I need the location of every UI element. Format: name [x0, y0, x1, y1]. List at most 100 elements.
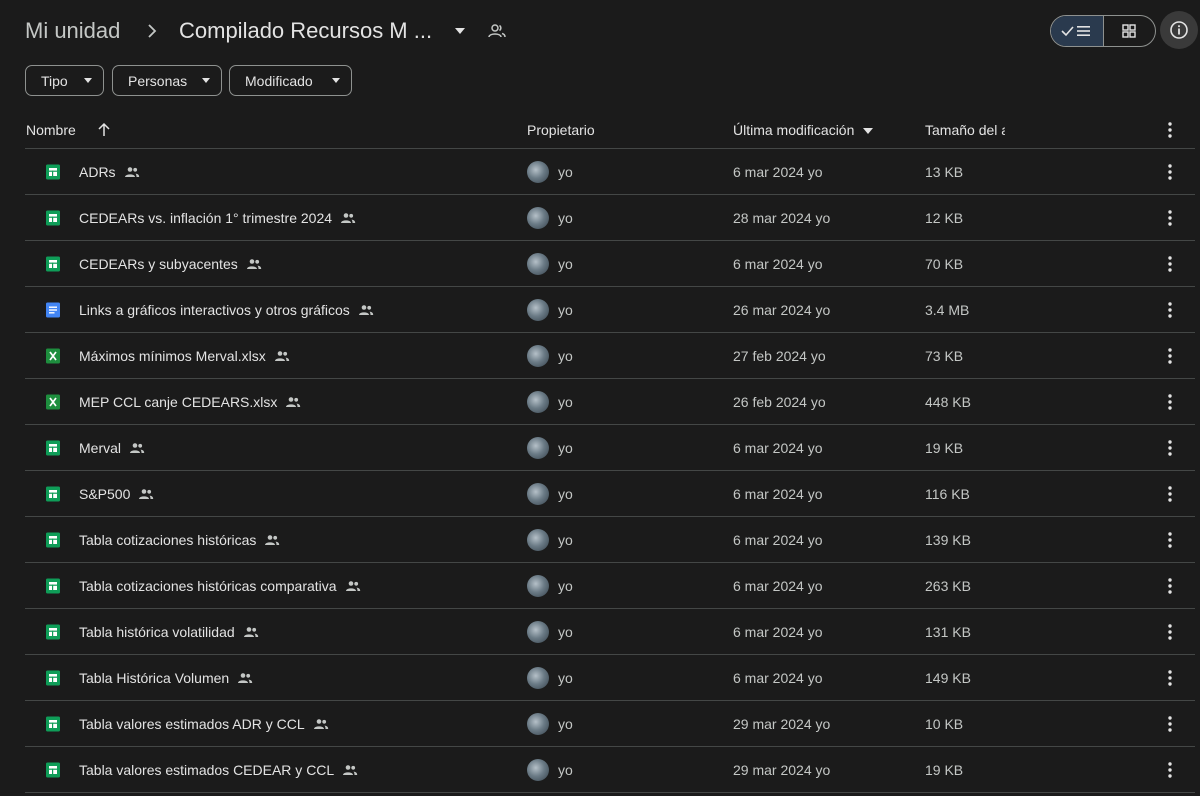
more-vert-icon[interactable]: [1162, 254, 1178, 274]
more-vert-icon[interactable]: [1162, 300, 1178, 320]
file-row[interactable]: ADRs yo 6 mar 2024 yo 13 KB: [25, 149, 1195, 195]
breadcrumb-root[interactable]: Mi unidad: [25, 16, 120, 46]
more-vert-icon[interactable]: [1162, 484, 1178, 504]
more-vert-icon[interactable]: [1162, 162, 1178, 182]
file-name: Links a gráficos interactivos y otros gr…: [79, 302, 350, 318]
google-sheets-icon: [45, 762, 61, 778]
owner-avatar: [527, 621, 549, 643]
file-row[interactable]: CEDEARs vs. inflación 1° trimestre 2024 y…: [25, 195, 1195, 241]
column-header-modified[interactable]: Última modificación: [733, 117, 854, 143]
file-size: 3.4 MB: [925, 302, 970, 318]
file-size: 149 KB: [925, 670, 971, 686]
file-name: Tabla valores estimados CEDEAR y CCL: [79, 762, 335, 778]
file-name: Tabla histórica volatilidad: [79, 624, 235, 640]
owner-label: yo: [558, 164, 573, 180]
owner-label: yo: [558, 348, 573, 364]
more-vert-icon[interactable]: [1162, 120, 1178, 140]
owner-avatar: [527, 299, 549, 321]
owner-avatar: [527, 253, 549, 275]
shared-people-icon: [129, 441, 145, 455]
more-vert-icon[interactable]: [1162, 622, 1178, 642]
filter-modificado[interactable]: Modificado: [229, 65, 352, 96]
file-row[interactable]: Tabla valores estimados CEDEAR y CCL yo 29…: [25, 747, 1195, 793]
file-name: Tabla cotizaciones históricas: [79, 532, 257, 548]
file-row[interactable]: Tabla valores estimados ADR y CCL yo 29 ma…: [25, 701, 1195, 747]
list-view-button[interactable]: [1051, 16, 1104, 46]
owner-avatar: [527, 529, 549, 551]
more-vert-icon[interactable]: [1162, 438, 1178, 458]
owner-avatar: [527, 161, 549, 183]
file-size: 448 KB: [925, 394, 971, 410]
owner-label: yo: [558, 762, 573, 778]
details-info-button[interactable]: [1160, 11, 1198, 49]
modified-date: 6 mar 2024 yo: [733, 578, 823, 594]
owner-avatar: [527, 437, 549, 459]
file-name: CEDEARs y subyacentes: [79, 256, 238, 272]
file-row[interactable]: Tabla cotizaciones históricas comparativ…: [25, 563, 1195, 609]
caret-down-icon[interactable]: [862, 127, 874, 135]
owner-avatar: [527, 713, 549, 735]
google-sheets-icon: [45, 716, 61, 732]
owner-label: yo: [558, 532, 573, 548]
filter-tipo[interactable]: Tipo: [25, 65, 104, 96]
file-row[interactable]: Máximos mínimos Merval.xlsx yo 27 feb 2024…: [25, 333, 1195, 379]
owner-label: yo: [558, 440, 573, 456]
file-name: MEP CCL canje CEDEARS.xlsx: [79, 394, 278, 410]
file-size: 70 KB: [925, 256, 964, 272]
chevron-right-icon: [148, 24, 157, 38]
owner-label: yo: [558, 256, 573, 272]
owner-label: yo: [558, 486, 573, 502]
file-size: 19 KB: [925, 440, 964, 456]
filter-personas[interactable]: Personas: [112, 65, 222, 96]
owner-label: yo: [558, 210, 573, 226]
file-row[interactable]: Merval yo 6 mar 2024 yo 19 KB: [25, 425, 1195, 471]
column-header-owner[interactable]: Propietario: [527, 117, 595, 143]
more-vert-icon[interactable]: [1162, 576, 1178, 596]
caret-down-icon[interactable]: [453, 24, 467, 38]
modified-date: 6 mar 2024 yo: [733, 532, 823, 548]
caret-down-icon: [332, 78, 340, 83]
shared-people-icon: [138, 487, 154, 501]
more-vert-icon[interactable]: [1162, 530, 1178, 550]
file-row[interactable]: CEDEARs y subyacentes yo 6 mar 2024 yo 70 K…: [25, 241, 1195, 287]
grid-view-button[interactable]: [1104, 16, 1156, 46]
google-sheets-icon: [45, 256, 61, 272]
shared-people-icon: [285, 395, 301, 409]
owner-label: yo: [558, 394, 573, 410]
owner-avatar: [527, 575, 549, 597]
modified-date: 28 mar 2024 yo: [733, 210, 831, 226]
more-vert-icon[interactable]: [1162, 760, 1178, 780]
shared-people-icon: [274, 349, 290, 363]
file-row[interactable]: Tabla histórica volatilidad yo 6 mar 2024 …: [25, 609, 1195, 655]
column-header-name[interactable]: Nombre: [26, 117, 76, 143]
google-sheets-icon: [45, 532, 61, 548]
sort-ascending-arrow-icon[interactable]: [97, 122, 111, 138]
owner-avatar: [527, 483, 549, 505]
shared-people-icon: [345, 579, 361, 593]
google-sheets-icon: [45, 670, 61, 686]
shared-folder-icon: [488, 24, 506, 38]
more-vert-icon[interactable]: [1162, 668, 1178, 688]
owner-avatar: [527, 345, 549, 367]
filter-personas-label: Personas: [128, 72, 188, 89]
file-row[interactable]: Tabla Histórica Volumen yo 6 mar 2024 yo 14…: [25, 655, 1195, 701]
top-bar: Mi unidad Compilado Recursos M ...: [0, 0, 1200, 62]
modified-date: 6 mar 2024 yo: [733, 164, 823, 180]
google-sheets-icon: [45, 578, 61, 594]
breadcrumb-current-folder[interactable]: Compilado Recursos M ...: [179, 16, 432, 46]
more-vert-icon[interactable]: [1162, 208, 1178, 228]
more-vert-icon[interactable]: [1162, 392, 1178, 412]
file-row[interactable]: S&P500 yo 6 mar 2024 yo 116 KB: [25, 471, 1195, 517]
caret-down-icon: [84, 78, 92, 83]
file-row[interactable]: Tabla cotizaciones históricas yo 6 mar 202…: [25, 517, 1195, 563]
owner-avatar: [527, 391, 549, 413]
owner-label: yo: [558, 578, 573, 594]
file-row[interactable]: Links a gráficos interactivos y otros gr…: [25, 287, 1195, 333]
file-size: 19 KB: [925, 762, 964, 778]
file-row[interactable]: MEP CCL canje CEDEARS.xlsx yo 26 feb 2024 …: [25, 379, 1195, 425]
column-header-size[interactable]: Tamaño del a: [925, 122, 1005, 138]
shared-people-icon: [243, 625, 259, 639]
modified-date: 27 feb 2024 yo: [733, 348, 826, 364]
more-vert-icon[interactable]: [1162, 346, 1178, 366]
more-vert-icon[interactable]: [1162, 714, 1178, 734]
